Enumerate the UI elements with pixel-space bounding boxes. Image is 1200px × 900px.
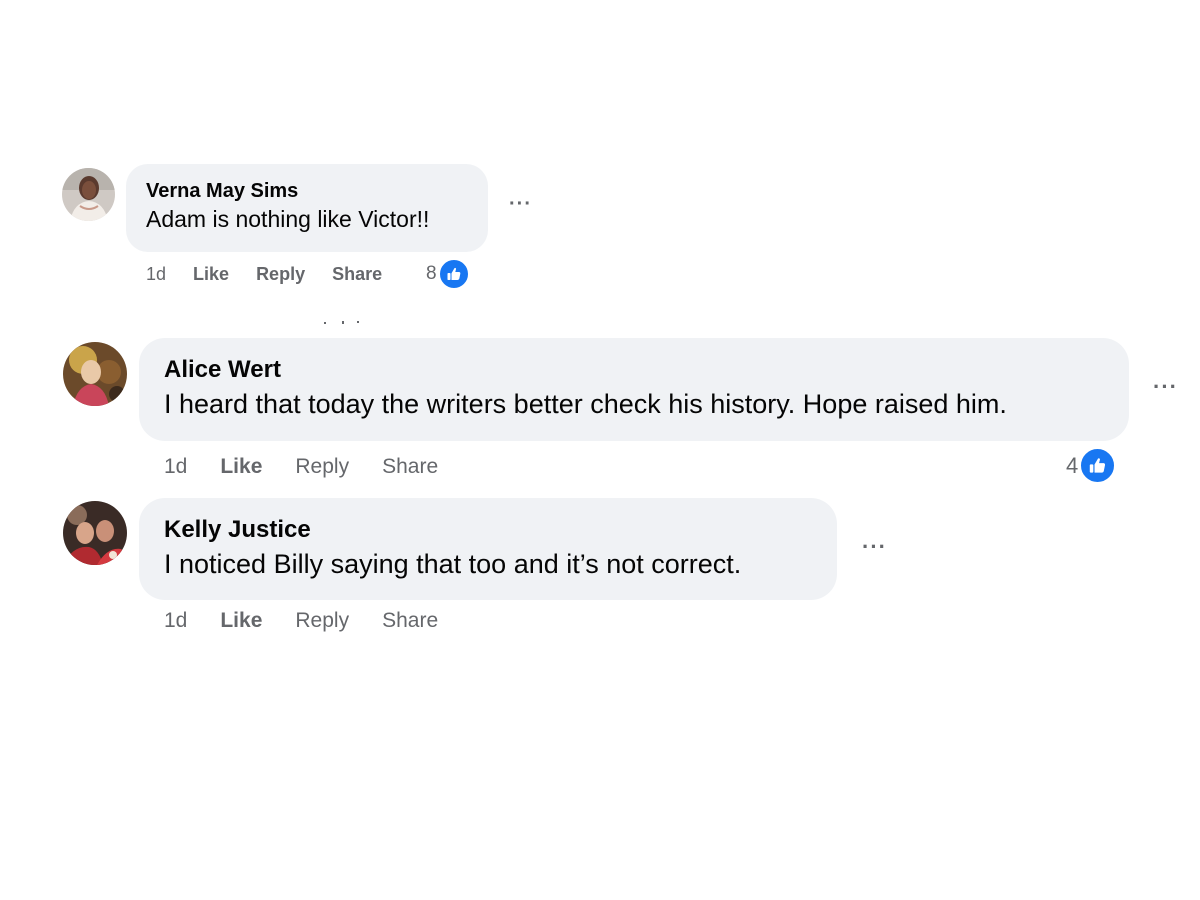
comment-text: I heard that today the writers better ch… <box>164 389 1007 419</box>
reply-button[interactable]: Reply <box>295 609 349 633</box>
comment-text: I noticed Billy saying that too and it’s… <box>164 549 742 579</box>
more-options-icon[interactable]: ··· <box>509 193 532 216</box>
like-button[interactable]: Like <box>220 455 262 479</box>
comment-actions: 1d Like Reply Share <box>146 262 409 286</box>
reaction-summary[interactable]: 4 <box>1066 447 1117 484</box>
comment-actions: 1d Like Reply Share <box>164 453 471 481</box>
comment-author[interactable]: Alice Wert <box>164 354 1104 386</box>
comment-actions: 1d Like Reply Share <box>164 607 471 635</box>
comment-author[interactable]: Kelly Justice <box>164 514 812 546</box>
comment-timestamp[interactable]: 1d <box>164 455 187 479</box>
comment-bubble: Kelly Justice I noticed Billy saying tha… <box>139 498 837 600</box>
avatar[interactable] <box>63 501 127 565</box>
thumbs-up-icon <box>437 258 470 290</box>
comment-text: Adam is nothing like Victor!! <box>146 206 430 232</box>
more-options-icon[interactable]: ··· <box>862 534 887 560</box>
reaction-summary[interactable]: 8 <box>426 258 470 290</box>
avatar[interactable] <box>62 168 115 221</box>
comment-author[interactable]: Verna May Sims <box>146 178 468 204</box>
like-button[interactable]: Like <box>220 609 262 633</box>
more-options-icon[interactable]: ··· <box>1153 374 1178 400</box>
like-button[interactable]: Like <box>193 264 229 285</box>
comment-timestamp[interactable]: 1d <box>146 264 166 285</box>
comment-bubble: Verna May Sims Adam is nothing like Vict… <box>126 164 488 252</box>
comment-bubble: Alice Wert I heard that today the writer… <box>139 338 1129 441</box>
share-button[interactable]: Share <box>382 609 438 633</box>
avatar[interactable] <box>63 342 127 406</box>
collapsed-thread-fragment <box>324 321 359 324</box>
share-button[interactable]: Share <box>332 264 382 285</box>
thumbs-up-icon <box>1079 447 1117 484</box>
comment-timestamp[interactable]: 1d <box>164 609 187 633</box>
share-button[interactable]: Share <box>382 455 438 479</box>
reply-button[interactable]: Reply <box>295 455 349 479</box>
reaction-count: 4 <box>1066 452 1079 478</box>
reply-button[interactable]: Reply <box>256 264 305 285</box>
reaction-count: 8 <box>426 263 437 284</box>
